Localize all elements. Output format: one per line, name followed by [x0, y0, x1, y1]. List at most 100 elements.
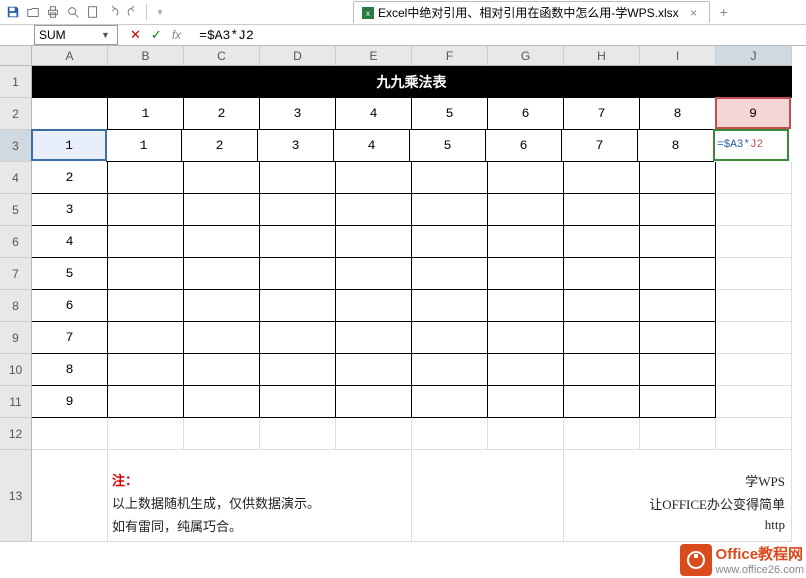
- cell[interactable]: 2: [32, 162, 108, 194]
- cell[interactable]: [640, 290, 716, 322]
- name-box[interactable]: SUM ▼: [34, 25, 118, 45]
- cell[interactable]: 3: [260, 98, 336, 130]
- cell[interactable]: [716, 226, 792, 258]
- cell-A3[interactable]: 1: [31, 129, 107, 161]
- cell[interactable]: [488, 162, 564, 194]
- column-header-B[interactable]: B: [108, 46, 184, 66]
- cell[interactable]: [260, 322, 336, 354]
- cell[interactable]: [184, 226, 260, 258]
- row-header-1[interactable]: 1: [0, 66, 32, 98]
- cell[interactable]: 7: [564, 98, 640, 130]
- file-tab[interactable]: x Excel中绝对引用、相对引用在函数中怎么用-学WPS.xlsx ×: [353, 1, 710, 23]
- row-header-3[interactable]: 3: [0, 130, 32, 162]
- cell[interactable]: [336, 290, 412, 322]
- cell[interactable]: [32, 98, 108, 130]
- cell[interactable]: [260, 162, 336, 194]
- cell[interactable]: 4: [334, 130, 410, 162]
- cell-J2[interactable]: 9: [715, 97, 791, 129]
- cell[interactable]: [108, 290, 184, 322]
- cell[interactable]: [412, 450, 564, 542]
- cell[interactable]: [488, 418, 564, 450]
- cell[interactable]: 8: [638, 130, 714, 162]
- cell[interactable]: 2: [184, 98, 260, 130]
- cell[interactable]: [108, 258, 184, 290]
- cell[interactable]: [108, 354, 184, 386]
- cell[interactable]: 6: [488, 98, 564, 130]
- row-header-4[interactable]: 4: [0, 162, 32, 194]
- cell[interactable]: [488, 226, 564, 258]
- cell[interactable]: [108, 386, 184, 418]
- cell[interactable]: [488, 354, 564, 386]
- cell[interactable]: 4: [32, 226, 108, 258]
- cell[interactable]: [412, 354, 488, 386]
- cell[interactable]: [412, 418, 488, 450]
- row-header-10[interactable]: 10: [0, 354, 32, 386]
- cell[interactable]: [412, 322, 488, 354]
- cell[interactable]: [260, 194, 336, 226]
- cell[interactable]: [336, 258, 412, 290]
- preview-icon[interactable]: [64, 3, 82, 21]
- cell[interactable]: [260, 354, 336, 386]
- row-header-2[interactable]: 2: [0, 98, 32, 130]
- cell[interactable]: [564, 226, 640, 258]
- title-cell[interactable]: 九九乘法表: [32, 66, 792, 98]
- cell[interactable]: [184, 258, 260, 290]
- cell[interactable]: 6: [32, 290, 108, 322]
- cell[interactable]: [564, 162, 640, 194]
- cell[interactable]: 5: [412, 98, 488, 130]
- cell[interactable]: 8: [640, 98, 716, 130]
- redo-icon[interactable]: [124, 3, 142, 21]
- row-header-6[interactable]: 6: [0, 226, 32, 258]
- cell[interactable]: [564, 386, 640, 418]
- cell[interactable]: [108, 194, 184, 226]
- cell[interactable]: [640, 162, 716, 194]
- cell[interactable]: [108, 418, 184, 450]
- cell[interactable]: [640, 322, 716, 354]
- cell[interactable]: [412, 386, 488, 418]
- cell[interactable]: 3: [258, 130, 334, 162]
- cell[interactable]: [184, 162, 260, 194]
- row-header-11[interactable]: 11: [0, 386, 32, 418]
- cell[interactable]: 7: [562, 130, 638, 162]
- cell[interactable]: [716, 386, 792, 418]
- cell[interactable]: [564, 322, 640, 354]
- cell[interactable]: [716, 354, 792, 386]
- cell[interactable]: [336, 194, 412, 226]
- cell[interactable]: [640, 226, 716, 258]
- cancel-button[interactable]: ✕: [130, 27, 141, 43]
- fx-icon[interactable]: fx: [172, 28, 181, 42]
- close-icon[interactable]: ×: [687, 6, 701, 20]
- column-header-H[interactable]: H: [564, 46, 640, 66]
- cell[interactable]: [488, 258, 564, 290]
- cell[interactable]: [260, 386, 336, 418]
- save-icon[interactable]: [4, 3, 22, 21]
- cell[interactable]: [336, 162, 412, 194]
- cell-J3-editing[interactable]: =$A3*J2: [713, 129, 789, 161]
- cell[interactable]: 8: [32, 354, 108, 386]
- cell[interactable]: [260, 258, 336, 290]
- cell[interactable]: [336, 226, 412, 258]
- cell[interactable]: [640, 258, 716, 290]
- cell[interactable]: [32, 450, 108, 542]
- cell[interactable]: [564, 354, 640, 386]
- enter-button[interactable]: ✓: [151, 27, 162, 43]
- cell[interactable]: [564, 290, 640, 322]
- column-header-G[interactable]: G: [488, 46, 564, 66]
- new-icon[interactable]: [84, 3, 102, 21]
- cell[interactable]: [488, 322, 564, 354]
- cell[interactable]: 1: [106, 130, 182, 162]
- cell[interactable]: [412, 290, 488, 322]
- cell[interactable]: [412, 162, 488, 194]
- column-header-J[interactable]: J: [716, 46, 792, 66]
- cell[interactable]: [716, 258, 792, 290]
- cell[interactable]: [108, 162, 184, 194]
- cell[interactable]: [640, 386, 716, 418]
- column-header-D[interactable]: D: [260, 46, 336, 66]
- cell[interactable]: [640, 194, 716, 226]
- cell[interactable]: [412, 258, 488, 290]
- cell[interactable]: [184, 354, 260, 386]
- cell[interactable]: [336, 354, 412, 386]
- cell[interactable]: [716, 194, 792, 226]
- row-header-8[interactable]: 8: [0, 290, 32, 322]
- cell[interactable]: [184, 322, 260, 354]
